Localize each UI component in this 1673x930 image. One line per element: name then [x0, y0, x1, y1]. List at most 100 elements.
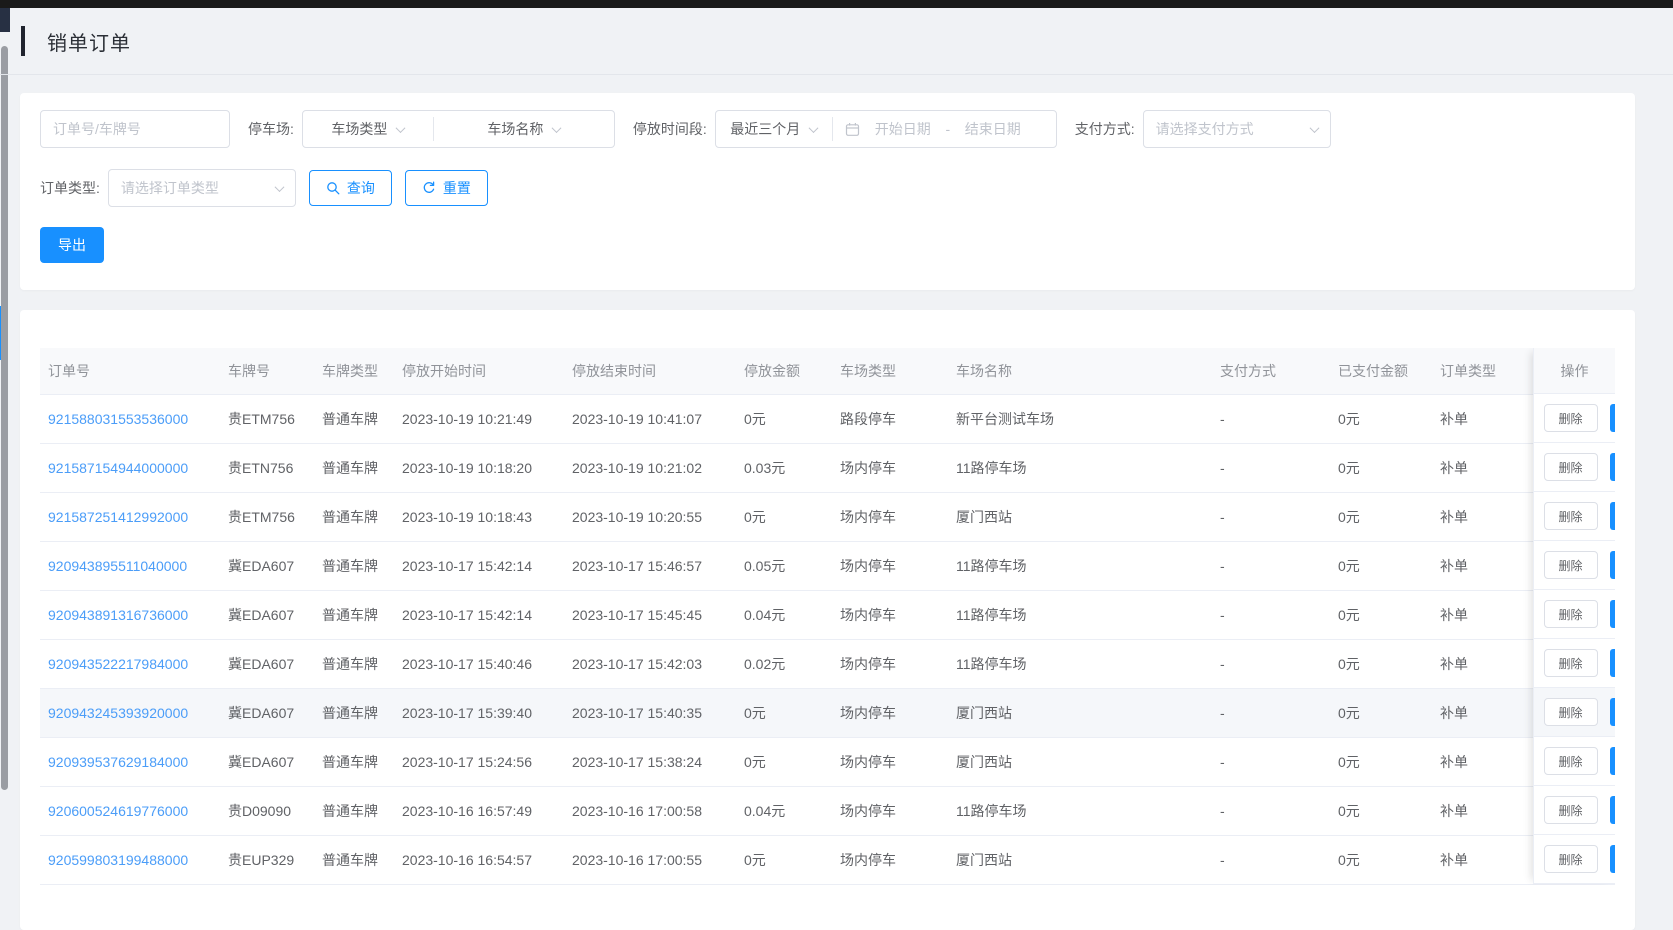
delete-button[interactable]: 删除 — [1543, 551, 1598, 579]
cell-end-time: 2023-10-19 10:20:55 — [564, 492, 736, 542]
start-date-input[interactable]: 开始日期 — [866, 119, 940, 139]
cell-amount: 0元 — [736, 835, 832, 885]
export-button[interactable]: 导出 — [40, 227, 104, 263]
cell-amount: 0.04元 — [736, 590, 832, 640]
partial-action-button[interactable] — [1610, 600, 1615, 628]
column-header: 车场名称 — [948, 348, 1212, 395]
delete-button[interactable]: 删除 — [1543, 698, 1598, 726]
order-type-label: 订单类型: — [40, 180, 100, 196]
partial-action-button[interactable] — [1610, 698, 1615, 726]
partial-action-button[interactable] — [1610, 796, 1615, 824]
cell-pay-method: - — [1212, 394, 1330, 444]
partial-action-button[interactable] — [1610, 551, 1615, 579]
cell-start-time: 2023-10-19 10:18:20 — [394, 443, 564, 493]
keyword-input[interactable] — [40, 110, 230, 148]
cell-lot-name: 11路停车场 — [948, 590, 1212, 640]
cell-end-time: 2023-10-17 15:45:45 — [564, 590, 736, 640]
order-number-link[interactable]: 920943245393920000 — [48, 705, 188, 721]
action-cell: 删除 — [1534, 688, 1615, 737]
search-button[interactable]: 查询 — [308, 170, 392, 206]
cell-amount: 0元 — [736, 492, 832, 542]
cell-lot-type: 场内停车 — [832, 737, 948, 787]
table-header-row: 订单号 车牌号 车牌类型 停放开始时间 停放结束时间 停放金额 车场类型 车场名称 支付方式 已支… — [40, 348, 1615, 395]
end-date-input[interactable]: 结束日期 — [956, 119, 1030, 139]
partial-action-button[interactable] — [1610, 747, 1615, 775]
cell-end-time: 2023-10-17 15:38:24 — [564, 737, 736, 787]
cell-amount: 0.05元 — [736, 541, 832, 591]
pay-method-select[interactable]: 请选择支付方式 — [1142, 110, 1331, 148]
page-header: 销单订单 — [0, 8, 1673, 75]
filter-panel: 停车场: 车场类型 车场名称 停放时间段: 最近三个月 — [20, 93, 1635, 290]
cell-paid-amount: 0元 — [1330, 443, 1432, 493]
order-number-link[interactable]: 921587251412992000 — [48, 509, 188, 525]
table-row: 921587154944000000 贵ETN756 普通车牌 2023-10-19 … — [40, 443, 1615, 493]
cell-pay-method: - — [1212, 835, 1330, 885]
delete-button[interactable]: 删除 — [1543, 845, 1598, 873]
lot-type-select[interactable]: 车场类型 — [303, 111, 433, 147]
orders-table: 订单号 车牌号 车牌类型 停放开始时间 停放结束时间 停放金额 车场类型 车场名称 支付方式 已支… — [40, 348, 1615, 885]
action-cell: 删除 — [1534, 492, 1615, 541]
cell-plate: 贵ETM756 — [220, 394, 314, 444]
cell-lot-name: 11路停车场 — [948, 443, 1212, 493]
column-header: 停放金额 — [736, 348, 832, 395]
cell-end-time: 2023-10-17 15:46:57 — [564, 541, 736, 591]
cell-plate-type: 普通车牌 — [314, 639, 394, 689]
cell-end-time: 2023-10-19 10:41:07 — [564, 394, 736, 444]
partial-action-button[interactable] — [1610, 845, 1615, 873]
order-number-link[interactable]: 921588031553536000 — [48, 411, 188, 427]
cell-start-time: 2023-10-17 15:24:56 — [394, 737, 564, 787]
order-number-link[interactable]: 920939537629184000 — [48, 754, 188, 770]
reset-button[interactable]: 重置 — [404, 170, 488, 206]
cell-plate-type: 普通车牌 — [314, 492, 394, 542]
delete-button[interactable]: 删除 — [1543, 453, 1598, 481]
cell-plate-type: 普通车牌 — [314, 737, 394, 787]
delete-button[interactable]: 删除 — [1543, 404, 1598, 432]
delete-button[interactable]: 删除 — [1543, 649, 1598, 677]
column-header: 订单号 — [40, 348, 220, 395]
time-preset-select[interactable]: 最近三个月 — [716, 111, 832, 147]
cell-order-no: 921587251412992000 — [40, 492, 220, 542]
cell-lot-name: 厦门西站 — [948, 835, 1212, 885]
order-number-link[interactable]: 920943522217984000 — [48, 656, 188, 672]
delete-button[interactable]: 删除 — [1543, 502, 1598, 530]
partial-action-button[interactable] — [1610, 404, 1615, 432]
cell-amount: 0.02元 — [736, 639, 832, 689]
cell-amount: 0元 — [736, 737, 832, 787]
cell-lot-type: 场内停车 — [832, 492, 948, 542]
orders-table-panel: 订单号 车牌号 车牌类型 停放开始时间 停放结束时间 停放金额 车场类型 车场名称 支付方式 已支… — [20, 310, 1635, 930]
column-header: 停放结束时间 — [564, 348, 736, 395]
cell-paid-amount: 0元 — [1330, 590, 1432, 640]
cell-end-time: 2023-10-16 17:00:55 — [564, 835, 736, 885]
cell-order-no: 920600524619776000 — [40, 786, 220, 836]
cell-lot-type: 场内停车 — [832, 688, 948, 738]
delete-button[interactable]: 删除 — [1543, 796, 1598, 824]
partial-action-button[interactable] — [1610, 649, 1615, 677]
order-number-link[interactable]: 920600524619776000 — [48, 803, 188, 819]
cell-pay-method: - — [1212, 786, 1330, 836]
order-number-link[interactable]: 921587154944000000 — [48, 460, 188, 476]
delete-button[interactable]: 删除 — [1543, 747, 1598, 775]
cell-order-no: 921587154944000000 — [40, 443, 220, 493]
parking-lot-select-group: 车场类型 车场名称 — [301, 110, 615, 148]
order-type-select[interactable]: 请选择订单类型 — [107, 169, 296, 207]
lot-type-placeholder: 车场类型 — [331, 121, 388, 137]
order-number-link[interactable]: 920943891316736000 — [48, 607, 188, 623]
lot-name-select[interactable]: 车场名称 — [434, 111, 614, 147]
action-cell: 删除 — [1534, 590, 1615, 639]
filter-row-2: 订单类型: 请选择订单类型 查询 重置 — [40, 169, 1635, 207]
order-number-link[interactable]: 920943895511040000 — [48, 558, 187, 574]
action-cell: 删除 — [1534, 737, 1615, 786]
cell-plate: 贵D09090 — [220, 786, 314, 836]
order-number-link[interactable]: 920599803199488000 — [48, 852, 188, 868]
filter-row-3: 导出 — [40, 227, 1635, 263]
cell-amount: 0元 — [736, 394, 832, 444]
cell-plate-type: 普通车牌 — [314, 786, 394, 836]
table-row: 921588031553536000 贵ETM756 普通车牌 2023-10-19 … — [40, 394, 1615, 444]
action-cell: 删除 — [1534, 541, 1615, 590]
delete-button[interactable]: 删除 — [1543, 600, 1598, 628]
partial-action-button[interactable] — [1610, 502, 1615, 530]
cell-paid-amount: 0元 — [1330, 639, 1432, 689]
left-scrollbar-thumb[interactable] — [1, 46, 8, 790]
partial-action-button[interactable] — [1610, 453, 1615, 481]
cell-paid-amount: 0元 — [1330, 835, 1432, 885]
